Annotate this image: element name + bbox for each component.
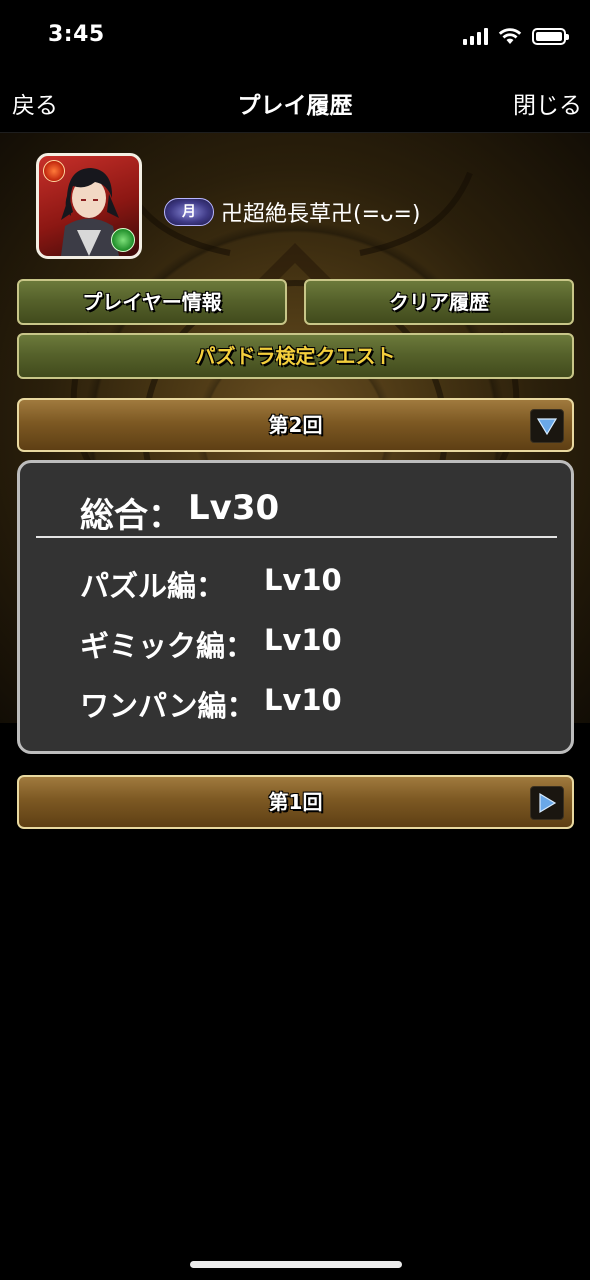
fire-attribute-icon	[43, 160, 65, 182]
rank-badge: 月	[164, 198, 214, 226]
wood-attribute-icon	[111, 228, 135, 252]
puzzle-label: パズル編：	[80, 569, 226, 603]
player-avatar[interactable]	[36, 153, 142, 259]
round-1-label: 第1回	[268, 790, 323, 814]
onepan-value: Lv10	[264, 683, 342, 717]
collapse-triangle-icon[interactable]	[530, 409, 564, 443]
quest-tab-button[interactable]: パズドラ検定クエスト	[17, 333, 574, 379]
puzzle-value: Lv10	[264, 563, 342, 597]
signal-icon	[463, 27, 488, 45]
battery-fill	[536, 31, 562, 41]
page-title: プレイ履歴	[237, 93, 353, 119]
result-panel: 総合： Lv30 パズル編： Lv10 ギミック編： Lv10 ワンパン編： L…	[17, 460, 574, 754]
total-label: 総合：	[80, 496, 182, 536]
clear-history-button[interactable]: クリア履歴	[304, 279, 574, 325]
round-2-header[interactable]: 第2回	[17, 398, 574, 452]
battery-icon	[532, 27, 569, 45]
status-bar: 3:45	[0, 0, 590, 72]
expand-triangle-icon[interactable]	[530, 786, 564, 820]
player-name: 卍超絶長草卍(=ᴗ=)	[221, 202, 421, 227]
status-icons	[463, 24, 569, 48]
panel-divider	[36, 536, 557, 538]
nav-bar: 戻る プレイ履歴 閉じる	[0, 72, 590, 133]
close-button[interactable]: 閉じる	[513, 86, 582, 120]
wifi-icon	[498, 28, 522, 44]
total-value: Lv30	[188, 488, 280, 528]
onepan-label: ワンパン編：	[80, 689, 256, 723]
status-time: 3:45	[48, 22, 105, 47]
player-info-button[interactable]: プレイヤー情報	[17, 279, 287, 325]
round-1-header[interactable]: 第1回	[17, 775, 574, 829]
gimmick-label: ギミック編：	[80, 629, 255, 663]
round-2-label: 第2回	[268, 413, 323, 437]
gimmick-value: Lv10	[264, 623, 342, 657]
home-indicator[interactable]	[190, 1261, 402, 1268]
